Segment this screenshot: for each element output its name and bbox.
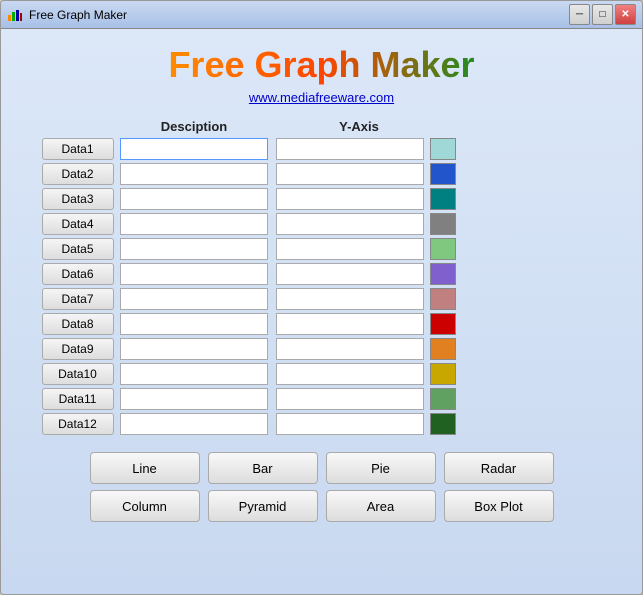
content-area: Free Graph Maker www.mediafreeware.com D…	[1, 29, 642, 594]
yaxis-input[interactable]	[276, 288, 424, 310]
yaxis-header: Y-Axis	[282, 119, 437, 134]
data-label-button[interactable]: Data3	[42, 188, 114, 210]
close-button[interactable]: ✕	[615, 4, 636, 25]
description-input[interactable]	[120, 213, 268, 235]
color-swatch[interactable]	[430, 213, 456, 235]
data-row: Data4	[42, 213, 602, 235]
description-input[interactable]	[120, 313, 268, 335]
yaxis-input[interactable]	[276, 138, 424, 160]
yaxis-input[interactable]	[276, 263, 424, 285]
main-window: Free Graph Maker ─ □ ✕ Free Graph Maker …	[0, 0, 643, 595]
data-row: Data1	[42, 138, 602, 160]
graph-type-button[interactable]: Pie	[326, 452, 436, 484]
data-rows-container: Data1 Data2 Data3 Data4 Data5 Data6 Data7 Data8…	[42, 138, 602, 438]
window-title: Free Graph Maker	[29, 8, 569, 22]
description-input[interactable]	[120, 413, 268, 435]
description-input[interactable]	[120, 288, 268, 310]
description-input[interactable]	[120, 263, 268, 285]
buttons-row-1: LineBarPieRadar	[67, 452, 577, 484]
graph-type-button[interactable]: Pyramid	[208, 490, 318, 522]
color-swatch[interactable]	[430, 413, 456, 435]
data-label-button[interactable]: Data11	[42, 388, 114, 410]
data-label-button[interactable]: Data8	[42, 313, 114, 335]
data-label-button[interactable]: Data9	[42, 338, 114, 360]
yaxis-input[interactable]	[276, 188, 424, 210]
description-input[interactable]	[120, 188, 268, 210]
data-row: Data3	[42, 188, 602, 210]
color-swatch[interactable]	[430, 138, 456, 160]
yaxis-input[interactable]	[276, 388, 424, 410]
app-icon	[7, 7, 23, 23]
data-row: Data12	[42, 413, 602, 435]
yaxis-input[interactable]	[276, 213, 424, 235]
color-swatch[interactable]	[430, 363, 456, 385]
data-label-button[interactable]: Data6	[42, 263, 114, 285]
title-bar: Free Graph Maker ─ □ ✕	[1, 1, 642, 29]
graph-type-button[interactable]: Radar	[444, 452, 554, 484]
color-swatch[interactable]	[430, 388, 456, 410]
description-input[interactable]	[120, 363, 268, 385]
color-swatch[interactable]	[430, 163, 456, 185]
data-label-button[interactable]: Data12	[42, 413, 114, 435]
data-row: Data2	[42, 163, 602, 185]
color-swatch[interactable]	[430, 238, 456, 260]
data-row: Data5	[42, 238, 602, 260]
description-input[interactable]	[120, 238, 268, 260]
color-swatch[interactable]	[430, 288, 456, 310]
graph-type-button[interactable]: Area	[326, 490, 436, 522]
data-section: Desciption Y-Axis Data1Data2Data3Data4Da…	[21, 119, 622, 438]
minimize-button[interactable]: ─	[569, 4, 590, 25]
graph-type-button[interactable]: Bar	[208, 452, 318, 484]
graph-type-button[interactable]: Column	[90, 490, 200, 522]
data-label-button[interactable]: Data1	[42, 138, 114, 160]
data-label-button[interactable]: Data2	[42, 163, 114, 185]
color-swatch[interactable]	[430, 188, 456, 210]
yaxis-input[interactable]	[276, 338, 424, 360]
data-row: Data7	[42, 288, 602, 310]
color-swatch[interactable]	[430, 263, 456, 285]
graph-type-button[interactable]: Box Plot	[444, 490, 554, 522]
description-input[interactable]	[120, 138, 268, 160]
color-swatch[interactable]	[430, 338, 456, 360]
graph-buttons-section: LineBarPieRadar ColumnPyramidAreaBox Plo…	[67, 452, 577, 522]
column-headers: Desciption Y-Axis	[117, 119, 607, 134]
yaxis-input[interactable]	[276, 413, 424, 435]
description-header: Desciption	[117, 119, 272, 134]
data-row: Data6	[42, 263, 602, 285]
app-title: Free Graph Maker	[168, 44, 474, 86]
website-link[interactable]: www.mediafreeware.com	[249, 90, 394, 105]
description-input[interactable]	[120, 163, 268, 185]
data-row: Data9	[42, 338, 602, 360]
buttons-row-2: ColumnPyramidAreaBox Plot	[67, 490, 577, 522]
description-input[interactable]	[120, 338, 268, 360]
data-label-button[interactable]: Data10	[42, 363, 114, 385]
window-controls: ─ □ ✕	[569, 4, 636, 25]
maximize-button[interactable]: □	[592, 4, 613, 25]
yaxis-input[interactable]	[276, 238, 424, 260]
data-row: Data10	[42, 363, 602, 385]
data-label-button[interactable]: Data5	[42, 238, 114, 260]
graph-type-button[interactable]: Line	[90, 452, 200, 484]
data-label-button[interactable]: Data7	[42, 288, 114, 310]
yaxis-input[interactable]	[276, 163, 424, 185]
data-label-button[interactable]: Data4	[42, 213, 114, 235]
yaxis-input[interactable]	[276, 363, 424, 385]
description-input[interactable]	[120, 388, 268, 410]
yaxis-input[interactable]	[276, 313, 424, 335]
color-swatch[interactable]	[430, 313, 456, 335]
data-row: Data8	[42, 313, 602, 335]
data-row: Data11	[42, 388, 602, 410]
